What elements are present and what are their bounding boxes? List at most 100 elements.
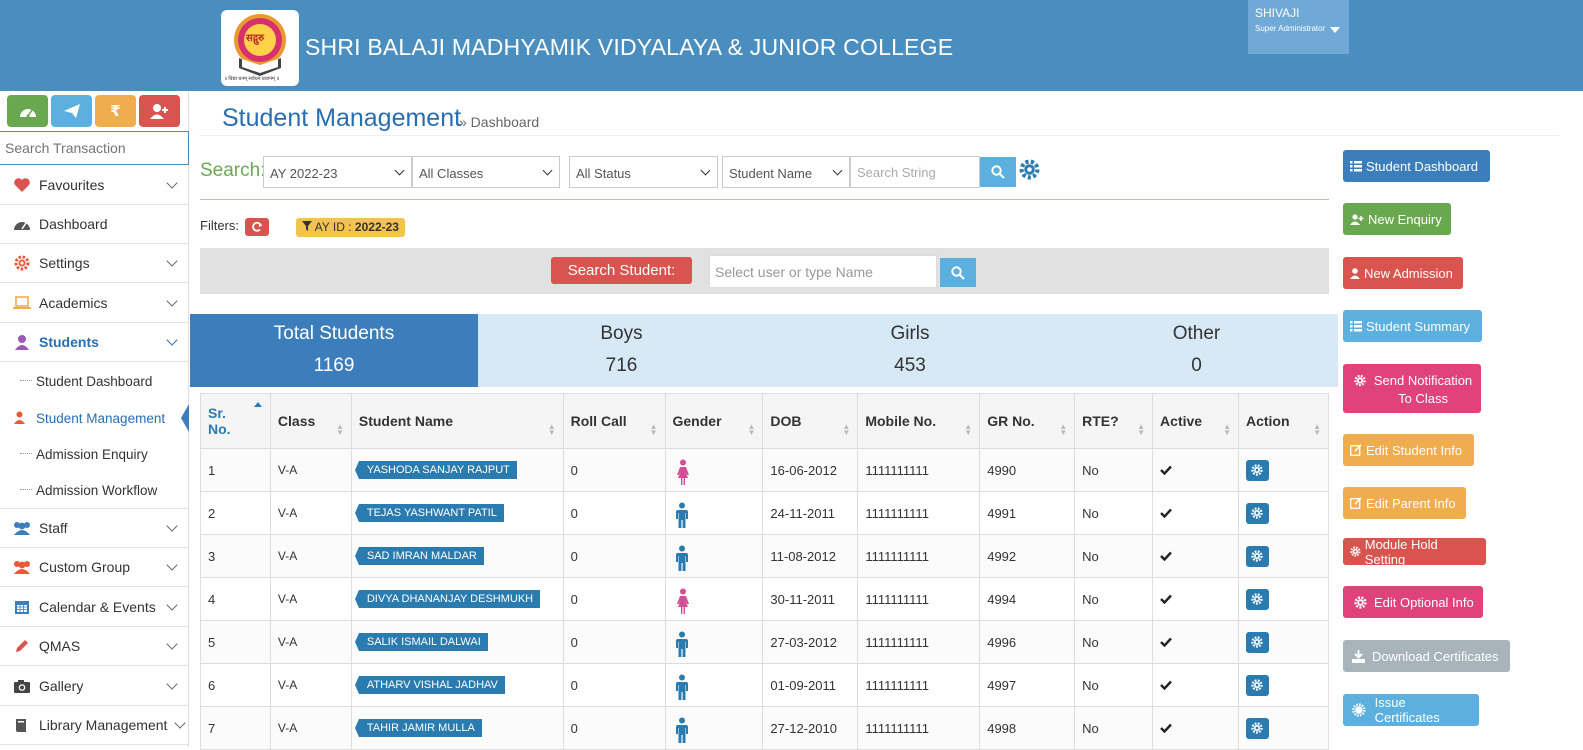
class-select[interactable]: All Classes xyxy=(412,156,560,188)
user-plus-icon xyxy=(1350,213,1364,225)
new-admission-button[interactable]: New Admission xyxy=(1343,257,1463,289)
column-header-rte[interactable]: RTE? ▲ ▼ xyxy=(1074,393,1154,449)
add-user-quick-button[interactable] xyxy=(139,95,180,127)
table-row[interactable]: 7 V-A TAHIR JAMIR MULLA 0 27-12-2010 11111111… xyxy=(200,706,1330,750)
sidebar-item-staff[interactable]: Staff xyxy=(0,509,188,548)
student-summary-button[interactable]: Student Summary xyxy=(1343,310,1482,342)
search-field-select[interactable]: Student Name xyxy=(722,156,850,188)
sidebar-subitem-admission-workflow[interactable]: Admission Workflow xyxy=(0,472,188,509)
button-label: Edit Parent Info xyxy=(1366,495,1456,511)
issue-certificates-button[interactable]: Issue Certificates xyxy=(1343,694,1479,726)
sort-icon: ▲ ▼ xyxy=(649,422,658,437)
sidebar-item-favourites[interactable]: Favourites xyxy=(0,166,188,205)
cell-student-name: TAHIR JAMIR MULLA xyxy=(350,706,564,750)
student-stats: Total Students 1169 Boys 716 Girls 453 O… xyxy=(190,314,1338,387)
student-name-link[interactable]: YASHODA SANJAY RAJPUT xyxy=(354,461,517,479)
table-row[interactable]: 5 V-A SALIK ISMAIL DALWAI 0 27-03-2012 111111… xyxy=(200,620,1330,664)
edit-parent-info-button[interactable]: Edit Parent Info xyxy=(1343,487,1466,519)
column-header-dob[interactable]: DOB ▲ ▼ xyxy=(762,393,859,449)
reset-filters-button[interactable] xyxy=(245,218,269,236)
send-quick-button[interactable] xyxy=(51,95,92,127)
sidebar-item-qmas[interactable]: QMAS xyxy=(0,627,188,666)
student-dashboard-button[interactable]: Student Dashboard xyxy=(1343,150,1490,182)
student-name-link[interactable]: SALIK ISMAIL DALWAI xyxy=(354,633,488,651)
sidebar-item-custom-group[interactable]: Custom Group xyxy=(0,548,188,587)
fees-quick-button[interactable]: ₹ xyxy=(95,95,136,127)
camera-icon xyxy=(12,678,32,694)
table-row[interactable]: 2 V-A TEJAS YASHWANT PATIL 0 24-11-2011 11111… xyxy=(200,491,1330,535)
search-transaction-input[interactable] xyxy=(0,131,189,165)
sidebar-item-students[interactable]: Students xyxy=(0,323,188,362)
download-certificates-button[interactable]: Download Certificates xyxy=(1343,640,1510,672)
stat-other[interactable]: Other 0 xyxy=(1055,314,1338,387)
user-icon xyxy=(1350,267,1360,279)
student-name-link[interactable]: TAHIR JAMIR MULLA xyxy=(354,719,482,737)
column-header-student-name[interactable]: Student Name ▲ ▼ xyxy=(350,393,564,449)
column-header-gender[interactable]: Gender ▲ ▼ xyxy=(664,393,764,449)
sidebar-item-library-management[interactable]: Library Management xyxy=(0,706,188,745)
student-name-link[interactable]: ATHARV VISHAL JADHAV xyxy=(354,676,505,694)
table-row[interactable]: 4 V-A DIVYA DHANANJAY DESHMUKH 0 30-11-2011 1… xyxy=(200,577,1330,621)
column-header-active[interactable]: Active ▲ ▼ xyxy=(1152,393,1239,449)
student-search-go-button[interactable] xyxy=(940,258,976,287)
student-name-link[interactable]: SAD IMRAN MALDAR xyxy=(354,547,484,565)
row-action-button[interactable] xyxy=(1245,631,1269,653)
stat-girls[interactable]: Girls 453 xyxy=(765,314,1055,387)
female-icon xyxy=(675,588,691,617)
academic-year-select[interactable]: AY 2022-23 xyxy=(263,156,412,188)
student-name-link[interactable]: DIVYA DHANANJAY DESHMUKH xyxy=(354,590,541,608)
chevron-down-icon xyxy=(542,165,553,176)
user-menu[interactable]: SHIVAJI Super Administrator xyxy=(1248,0,1349,54)
breadcrumb[interactable]: » Dashboard xyxy=(459,114,539,130)
column-header-action[interactable]: Action ▲ ▼ xyxy=(1237,393,1330,449)
sidebar-item-label: Gallery xyxy=(39,678,84,694)
student-search-input[interactable]: Select user or type Name xyxy=(709,255,937,288)
search-settings-button[interactable] xyxy=(1019,159,1040,185)
stat-total-students[interactable]: Total Students 1169 xyxy=(190,314,478,387)
row-action-button[interactable] xyxy=(1245,674,1269,696)
sidebar-subitem-student-management[interactable]: Student Management xyxy=(0,400,189,436)
search-student-button[interactable]: Search Student: xyxy=(551,257,692,284)
student-name-link[interactable]: TEJAS YASHWANT PATIL xyxy=(354,504,504,522)
stat-boys[interactable]: Boys 716 xyxy=(478,314,765,387)
cell-gr-no: 4997 xyxy=(979,663,1076,707)
new-enquiry-button[interactable]: New Enquiry xyxy=(1343,203,1451,235)
sidebar-item-settings[interactable]: Settings xyxy=(0,244,188,283)
send-notification-button[interactable]: Send Notification To Class xyxy=(1343,364,1481,413)
table-row[interactable]: 6 V-A ATHARV VISHAL JADHAV 0 01-09-2011 11111… xyxy=(200,663,1330,707)
column-header-class[interactable]: Class ▲ ▼ xyxy=(269,393,352,449)
school-logo[interactable]: सद्गुरु ॥ विद्या धनम् सर्वधन प्रधानम् ॥ xyxy=(221,10,299,86)
sidebar-item-label: Academics xyxy=(39,295,108,311)
cell-rte: No xyxy=(1074,577,1154,621)
status-select[interactable]: All Status xyxy=(569,156,718,188)
row-action-button[interactable] xyxy=(1245,502,1269,524)
active-marker xyxy=(181,404,189,432)
sidebar-item-calendar-events[interactable]: Calendar & Events xyxy=(0,588,188,627)
sidebar-item-academics[interactable]: Academics xyxy=(0,284,188,323)
row-action-button[interactable] xyxy=(1245,717,1269,739)
sidebar-subitem-admission-enquiry[interactable]: Admission Enquiry xyxy=(0,436,188,472)
cell-mobile: 1111111111 xyxy=(857,620,981,664)
edit-student-info-button[interactable]: Edit Student Info xyxy=(1343,434,1474,466)
search-string-input[interactable]: Search String xyxy=(850,156,980,188)
edit-optional-info-button[interactable]: Edit Optional Info xyxy=(1343,586,1483,618)
sidebar-item-dashboard[interactable]: Dashboard xyxy=(0,205,188,244)
column-header-sr-no[interactable]: Sr. No. xyxy=(200,393,271,449)
dashboard-quick-button[interactable] xyxy=(7,95,48,127)
search-button[interactable] xyxy=(980,157,1016,187)
column-header-roll-call[interactable]: Roll Call ▲ ▼ xyxy=(562,393,666,449)
module-hold-setting-button[interactable]: Module Hold Setting xyxy=(1343,537,1486,567)
sidebar-subitem-student-dashboard[interactable]: Student Dashboard xyxy=(0,363,188,399)
button-label: Edit Student Info xyxy=(1366,442,1463,458)
table-row[interactable]: 1 V-A YASHODA SANJAY RAJPUT 0 16-06-2012 1111… xyxy=(200,448,1330,492)
ay-filter-badge[interactable]: AY ID : 2022-23 xyxy=(296,218,405,237)
table-row[interactable]: 3 V-A SAD IMRAN MALDAR 0 11-08-2012 111111111… xyxy=(200,534,1330,578)
sidebar-item-gallery[interactable]: Gallery xyxy=(0,667,188,706)
cell-gr-no: 4992 xyxy=(979,534,1076,578)
row-action-button[interactable] xyxy=(1245,545,1269,567)
row-action-button[interactable] xyxy=(1245,459,1269,481)
row-action-button[interactable] xyxy=(1245,588,1269,610)
column-header-gr-no[interactable]: GR No. ▲ ▼ xyxy=(979,393,1076,449)
pencil-icon xyxy=(12,638,32,654)
column-header-mobile[interactable]: Mobile No. ▲ ▼ xyxy=(857,393,981,449)
